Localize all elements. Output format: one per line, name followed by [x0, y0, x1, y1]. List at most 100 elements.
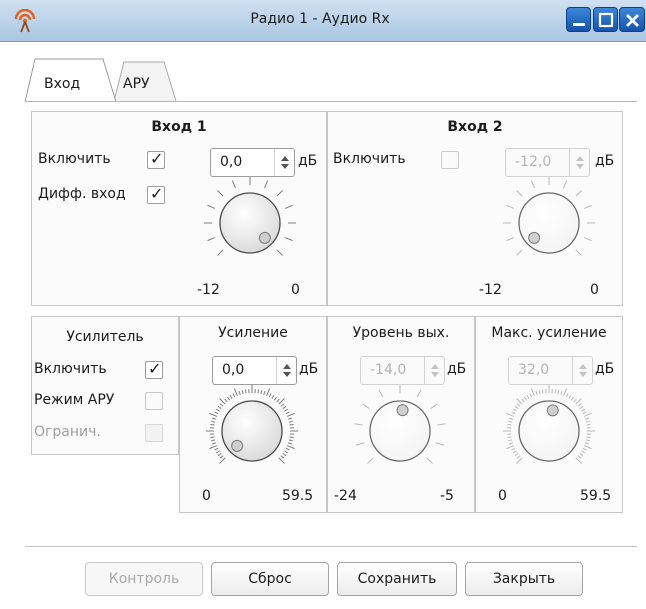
gain-title: Усиление: [218, 325, 288, 341]
knob-tick: [575, 190, 582, 197]
window-title: Радио 1 - Аудио Rx: [250, 11, 390, 27]
knob-tick: [219, 455, 224, 459]
amplifier-limit-checkbox[interactable]: [145, 424, 163, 442]
amplifier-enable-checkbox[interactable]: ✓: [145, 359, 163, 379]
knob-tick: [268, 393, 272, 398]
knob-tick: [238, 390, 241, 396]
knob-tick: [215, 408, 220, 412]
knob-body: [518, 192, 580, 254]
knob-tick: [288, 420, 293, 423]
knob-tick: [287, 417, 293, 420]
knob-tick: [214, 411, 219, 415]
amplifier-enable-label: Включить: [34, 361, 107, 377]
knob-tick: [530, 388, 535, 397]
knob-tick: [282, 405, 287, 410]
max-gain-knob[interactable]: [492, 376, 606, 486]
knob-tick: [506, 204, 515, 209]
knob-tick: [219, 398, 226, 405]
out-level-min-label: -24: [334, 488, 357, 504]
checkmark-icon: ✓: [150, 184, 164, 203]
knob-pointer: [258, 231, 271, 244]
knob-tick: [579, 452, 584, 457]
knob-tick: [516, 190, 523, 197]
knob-tick: [511, 447, 516, 451]
knob-tick: [563, 388, 568, 397]
knob-tick: [506, 412, 515, 417]
input1-diff-checkbox[interactable]: ✓: [147, 184, 165, 204]
knob-tick: [232, 393, 236, 398]
knob-tick: [209, 445, 218, 450]
tab-input[interactable]: Вход: [44, 76, 80, 92]
knob-tick: [224, 398, 228, 403]
knob-tick: [529, 393, 533, 398]
knob-tick: [286, 445, 295, 450]
input2-min-label: -12: [479, 282, 502, 298]
knob-tick: [226, 396, 231, 401]
knob-tick: [583, 237, 592, 242]
input2-enable-checkbox[interactable]: [441, 151, 459, 169]
input1-title: Вход 1: [151, 119, 207, 135]
knob-tick: [378, 389, 384, 398]
close-window-button[interactable]: [619, 7, 645, 32]
checkmark-icon: ✓: [150, 149, 164, 168]
knob-tick: [211, 417, 217, 420]
knob-tick: [508, 442, 514, 445]
knob-tick: [541, 389, 544, 394]
knob-tick: [214, 447, 219, 451]
knob-tick: [286, 412, 295, 417]
max-gain-title: Макс. усиление: [491, 325, 607, 341]
knob-tick: [575, 398, 582, 405]
input1-enable-checkbox[interactable]: ✓: [147, 149, 165, 169]
close-button[interactable]: Закрыть: [465, 562, 583, 596]
knob-tick: [280, 455, 285, 459]
knob-tick: [586, 423, 591, 426]
monitor-button[interactable]: Контроль: [85, 562, 203, 596]
knob-tick: [579, 405, 584, 410]
knob-tick: [512, 450, 517, 454]
knob-tick: [521, 398, 525, 403]
input2-knob[interactable]: [492, 168, 606, 278]
knob-tick: [565, 393, 569, 398]
knob-tick: [278, 457, 285, 464]
knob-tick: [523, 396, 528, 401]
knob-tick: [582, 411, 587, 415]
knob-tick: [284, 204, 293, 209]
save-button[interactable]: Сохранить: [337, 562, 457, 596]
knob-tick: [508, 417, 514, 420]
knob-tick: [563, 180, 568, 189]
amplifier-title: Усилитель: [66, 329, 144, 345]
knob-tick: [241, 390, 244, 395]
knob-tick: [284, 408, 289, 412]
input1-knob[interactable]: [193, 168, 307, 278]
amplifier-agc-label: Режим АРУ: [34, 392, 115, 408]
knob-tick: [535, 390, 538, 396]
knob-tick: [282, 452, 287, 457]
knob-tick: [506, 237, 515, 242]
reset-button[interactable]: Сброс: [211, 562, 329, 596]
knob-tick: [278, 398, 285, 405]
input1-unit: дБ: [298, 153, 318, 169]
out-level-knob[interactable]: [343, 376, 457, 486]
knob-tick: [586, 436, 591, 439]
max-gain-max-label: 59.5: [580, 488, 612, 504]
gain-knob[interactable]: [195, 376, 309, 486]
knob-tick: [263, 390, 266, 396]
knob-tick: [516, 455, 521, 459]
knob-tick: [257, 389, 260, 394]
knob-tick: [217, 190, 224, 197]
knob-tick: [426, 457, 433, 464]
knob-tick: [207, 237, 216, 242]
knob-tick: [285, 447, 290, 451]
knob-tick: [285, 411, 290, 415]
knob-tick: [516, 457, 523, 464]
checkmark-icon: ✓: [148, 359, 162, 378]
knob-tick: [280, 403, 285, 407]
knob-tick: [577, 455, 582, 459]
amplifier-agc-checkbox[interactable]: [145, 392, 163, 410]
knob-pointer: [546, 404, 559, 417]
tab-agc[interactable]: АРУ: [123, 76, 150, 92]
minimize-button[interactable]: [566, 7, 591, 32]
knob-tick: [231, 180, 236, 189]
knob-tick: [516, 403, 521, 407]
maximize-button[interactable]: [593, 7, 618, 32]
